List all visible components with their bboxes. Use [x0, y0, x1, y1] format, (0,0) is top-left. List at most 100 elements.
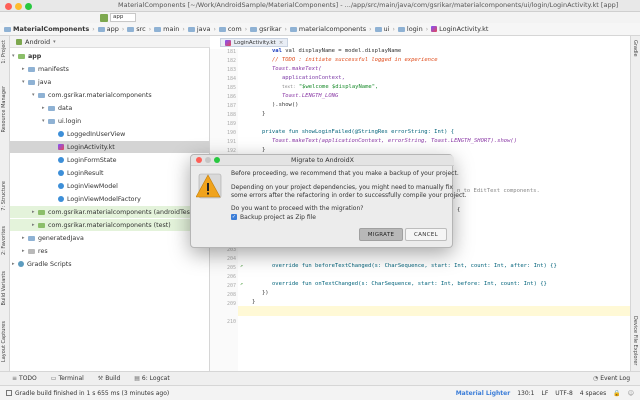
- lock-icon[interactable]: 🔒: [613, 390, 620, 397]
- zoom-window-button[interactable]: [25, 2, 32, 10]
- breadcrumb-item-materialcomponents[interactable]: materialcomponents: [289, 25, 366, 33]
- tree-item-loginresult[interactable]: LoginResult: [10, 167, 209, 179]
- tree-item-label: com.gsrikar.materialcomponents (test): [48, 221, 171, 229]
- override-marker-icon[interactable]: ↗: [240, 263, 243, 269]
- tree-item-package-main[interactable]: ▾ com.gsrikar.materialcomponents: [10, 89, 209, 101]
- breadcrumb-item-java[interactable]: java: [187, 25, 211, 33]
- breadcrumb-item-login[interactable]: login: [397, 25, 423, 33]
- run-config-select[interactable]: app: [110, 13, 136, 22]
- line-number: 187: [226, 103, 236, 109]
- tree-item-label: generatedJava: [38, 234, 84, 242]
- line-number: 189: [226, 121, 236, 127]
- folder-icon: [97, 26, 105, 32]
- dialog-message-dependencies-1: Depending on your project dependencies, …: [231, 184, 453, 191]
- breadcrumb-label: src: [136, 25, 146, 33]
- tree-item-generatedjava[interactable]: ▸ generatedJava: [10, 232, 209, 244]
- line-number: 210: [226, 319, 236, 325]
- tool-tab-todo[interactable]: ≡ TODO: [12, 375, 37, 382]
- tree-item-loginformstate[interactable]: LoginFormState: [10, 154, 209, 166]
- backup-checkbox-label[interactable]: Backup project as Zip file: [240, 214, 316, 221]
- tree-item-manifests[interactable]: ▸ manifests: [10, 63, 209, 75]
- breadcrumb-label: app: [106, 25, 119, 33]
- breadcrumb-item-file[interactable]: LoginActivity.kt: [431, 25, 488, 33]
- override-marker-icon[interactable]: ↗: [240, 281, 243, 287]
- migrate-button[interactable]: MIGRATE: [359, 228, 403, 241]
- tree-item-res[interactable]: ▸ res: [10, 245, 209, 257]
- line-separator[interactable]: LF: [542, 390, 549, 397]
- tool-tab-layout-captures[interactable]: Layout Captures: [1, 321, 7, 362]
- kotlin-class-icon: [58, 196, 64, 202]
- tool-tab-device-file-explorer[interactable]: Device File Explorer: [632, 316, 638, 365]
- line-number: 186: [226, 94, 236, 100]
- code-line: }): [262, 290, 269, 296]
- breadcrumb-item-ui[interactable]: ui: [374, 25, 389, 33]
- tree-item-java[interactable]: ▾ java: [10, 76, 209, 88]
- tree-item-loginviewmodel[interactable]: LoginViewModel: [10, 180, 209, 192]
- tool-tab-resource-manager[interactable]: Resource Manager: [1, 86, 7, 132]
- tree-item-loginviewmodelfactory[interactable]: LoginViewModelFactory: [10, 193, 209, 205]
- tree-item-package-androidtest[interactable]: ▸ com.gsrikar.materialcomponents (android…: [10, 206, 209, 218]
- tree-item-data[interactable]: ▸ data: [10, 102, 209, 114]
- dialog-title: Migrate to AndroidX: [291, 157, 354, 164]
- chevron-right-icon: ›: [369, 25, 372, 33]
- kotlin-class-icon: [58, 131, 64, 137]
- line-number: 190: [226, 130, 236, 136]
- chevron-right-icon: ›: [92, 25, 95, 33]
- theme-indicator[interactable]: Material Lighter: [456, 390, 511, 397]
- tool-tab-terminal[interactable]: ▭ Terminal: [51, 375, 84, 382]
- tool-tab-structure[interactable]: 7: Structure: [1, 181, 7, 211]
- tool-tab-label: Event Log: [600, 375, 630, 382]
- breadcrumb-item-src[interactable]: src: [127, 25, 146, 33]
- file-encoding[interactable]: UTF-8: [555, 390, 573, 397]
- close-icon[interactable]: ×: [279, 40, 284, 46]
- face-icon[interactable]: ☺: [628, 390, 634, 397]
- package-icon: [38, 222, 45, 228]
- breadcrumb-item-com[interactable]: com: [218, 25, 242, 33]
- folder-icon: [127, 26, 135, 32]
- project-view-header[interactable]: Android ▾: [10, 36, 210, 48]
- indent-setting[interactable]: 4 spaces: [580, 390, 606, 397]
- code-line: override fun beforeTextChanged(s: CharSe…: [272, 263, 557, 269]
- tree-item-label: LoggedInUserView: [67, 130, 126, 138]
- minimize-window-button[interactable]: [15, 2, 22, 10]
- status-message-text: Gradle build finished in 1 s 655 ms (3 m…: [15, 389, 170, 397]
- cursor-position[interactable]: 130:1: [517, 390, 534, 397]
- tree-item-label: data: [58, 104, 73, 112]
- chevron-right-icon: ›: [392, 25, 395, 33]
- tool-tab-favorites[interactable]: 2: Favorites: [1, 226, 7, 255]
- cancel-button[interactable]: CANCEL: [405, 228, 447, 241]
- status-message[interactable]: Gradle build finished in 1 s 655 ms (3 m…: [6, 390, 169, 397]
- tree-item-ui-login[interactable]: ▾ ui.login: [10, 115, 209, 127]
- tool-tab-project[interactable]: 1: Project: [1, 40, 7, 64]
- code-line: Toast.makeText(applicationContext, error…: [272, 138, 518, 144]
- breadcrumb-item-project[interactable]: MaterialComponents: [4, 25, 89, 33]
- dialog-message-dependencies-2: some errors after the refactoring in ord…: [231, 192, 467, 199]
- tree-item-label: LoginFormState: [67, 156, 117, 164]
- breadcrumb-item-main[interactable]: main: [154, 25, 179, 33]
- breadcrumb-item-gsrikar[interactable]: gsrikar: [250, 25, 281, 33]
- tree-item-loggedinuserview[interactable]: LoggedInUserView: [10, 128, 209, 140]
- editor-tab-loginactivity[interactable]: LoginActivity.kt ×: [220, 38, 289, 47]
- code-line: Toast.makeText(: [272, 66, 322, 72]
- panel-toggle-icon[interactable]: [6, 390, 12, 396]
- close-window-button[interactable]: [5, 2, 12, 10]
- tool-tab-gradle[interactable]: Gradle: [632, 40, 638, 57]
- tree-item-package-test[interactable]: ▸ com.gsrikar.materialcomponents (test): [10, 219, 209, 231]
- tool-tab-logcat[interactable]: ▤ 6: Logcat: [134, 375, 169, 382]
- tree-item-loginactivity[interactable]: LoginActivity.kt: [10, 141, 209, 153]
- tool-tab-build-variants[interactable]: Build Variants: [1, 271, 7, 305]
- backup-checkbox[interactable]: ✓: [231, 214, 237, 220]
- tool-tab-build[interactable]: ⚒ Build: [98, 375, 120, 382]
- line-number: 205: [226, 265, 236, 271]
- breadcrumb-label: java: [196, 25, 211, 33]
- tree-item-gradle-scripts[interactable]: ▸ Gradle Scripts: [10, 258, 209, 270]
- status-bar: Gradle build finished in 1 s 655 ms (3 m…: [0, 385, 640, 400]
- breadcrumb-item-app[interactable]: app: [97, 25, 119, 33]
- tool-tab-label: Terminal: [58, 375, 84, 382]
- terminal-icon: ▭: [50, 375, 57, 382]
- tool-tab-event-log[interactable]: ◔ Event Log: [593, 375, 630, 382]
- code-line: // TODO : initiate successful logged in …: [272, 57, 438, 63]
- chevron-down-icon: ▾: [53, 38, 56, 45]
- tree-item-app[interactable]: ▾ app: [10, 50, 209, 62]
- line-number: 183: [226, 67, 236, 73]
